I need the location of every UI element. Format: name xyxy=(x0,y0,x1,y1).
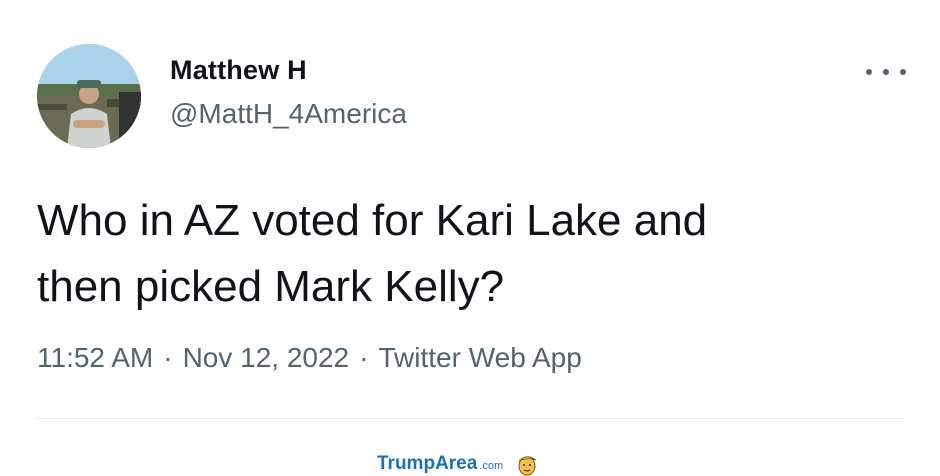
more-horizontal-icon-dot xyxy=(883,69,889,75)
more-horizontal-icon xyxy=(866,69,872,75)
avatar-photo xyxy=(37,44,141,148)
tweet-text-line: then picked Mark Kelly? xyxy=(37,262,505,311)
more-options-button[interactable] xyxy=(866,60,906,84)
author-name[interactable]: Matthew H xyxy=(170,55,307,86)
watermark: Trump Area .com xyxy=(377,451,539,476)
author-handle[interactable]: @MattH_4America xyxy=(170,98,407,130)
tweet-text-line: Who in AZ voted for Kari Lake and xyxy=(37,196,708,245)
divider xyxy=(37,418,905,419)
tweet-source[interactable]: Twitter Web App xyxy=(378,342,581,373)
watermark-brand-suffix: .com xyxy=(479,460,504,472)
trump-face-icon xyxy=(518,455,537,475)
tweet-time[interactable]: 11:52 AM xyxy=(37,342,153,373)
tweet-text: Who in AZ voted for Kari Lake and then p… xyxy=(37,188,887,320)
tweet-meta: 11:52 AM · Nov 12, 2022 · Twitter Web App xyxy=(37,342,582,374)
more-horizontal-icon-dot xyxy=(900,69,906,75)
author-avatar[interactable] xyxy=(37,44,141,148)
tweet-date[interactable]: Nov 12, 2022 xyxy=(183,342,350,373)
watermark-brand-part1: Trump xyxy=(377,452,436,474)
meta-separator: · xyxy=(163,342,173,373)
watermark-brand-part2: Area xyxy=(435,452,478,474)
meta-separator: · xyxy=(359,342,369,373)
